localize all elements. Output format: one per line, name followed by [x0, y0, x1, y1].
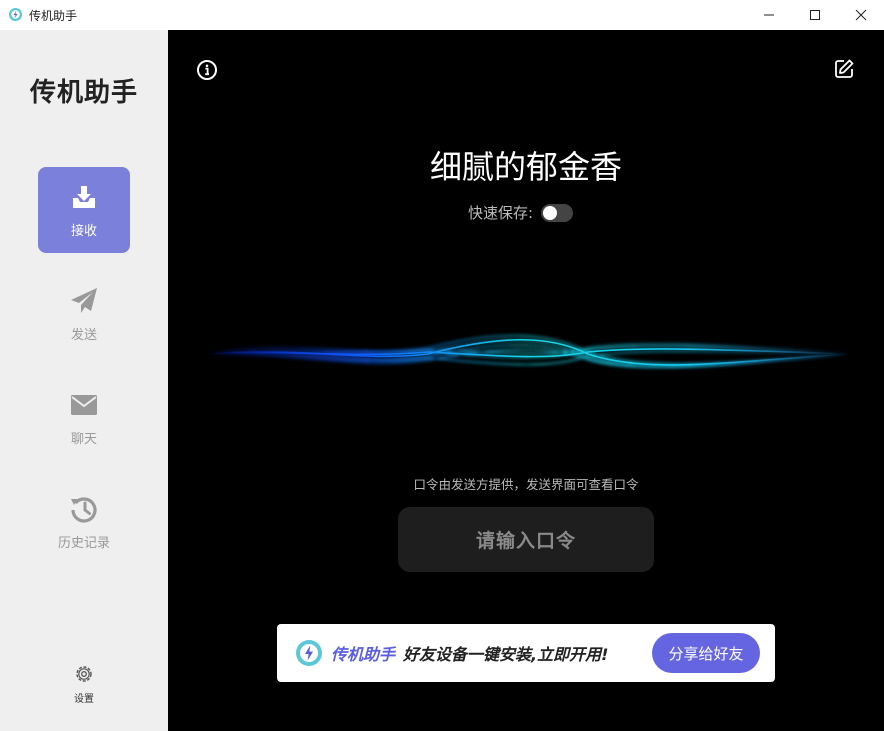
app-logo-icon [296, 640, 322, 666]
share-to-friends-button[interactable]: 分享给好友 [652, 633, 760, 673]
paper-plane-icon [71, 287, 97, 313]
info-icon[interactable] [196, 59, 218, 81]
download-tray-icon [73, 185, 95, 208]
maximize-icon [810, 10, 820, 20]
app-logo-icon [8, 7, 23, 22]
toggle-knob [543, 205, 558, 220]
sidebar-item-label: 历史记录 [57, 535, 110, 551]
receive-panel: 细腻的郁金香 快速保存: 口令由发送方提供，发送界面可查看口令 请输入口令 传机… [168, 30, 884, 731]
sidebar-item-receive[interactable]: 接收 [38, 167, 130, 253]
banner-text: 好友设备一键安装,立即开用! [403, 645, 609, 664]
close-icon [855, 9, 867, 21]
quick-save-label: 快速保存: [468, 204, 534, 222]
sidebar-item-label: 接收 [70, 223, 97, 239]
settings-button[interactable]: 设置 [0, 664, 168, 705]
minimize-button[interactable] [746, 0, 792, 30]
passcode-input-button[interactable]: 请输入口令 [398, 507, 654, 572]
maximize-button[interactable] [792, 0, 838, 30]
share-banner: 传机助手 好友设备一键安装,立即开用! 分享给好友 [277, 624, 775, 682]
sound-wave-graphic [208, 335, 848, 368]
title-bar: 传机助手 [0, 0, 884, 30]
sidebar-item-label: 聊天 [70, 431, 97, 447]
gear-icon [76, 666, 92, 682]
quick-save-toggle[interactable] [541, 203, 574, 222]
sidebar-item-history[interactable]: 历史记录 [38, 479, 130, 565]
edit-icon[interactable] [833, 58, 855, 80]
history-icon [71, 496, 97, 523]
sidebar-item-label: 发送 [70, 327, 97, 343]
passcode-hint: 口令由发送方提供，发送界面可查看口令 [413, 477, 639, 492]
sidebar-item-send[interactable]: 发送 [38, 271, 130, 357]
close-button[interactable] [838, 0, 884, 30]
device-name: 细腻的郁金香 [429, 148, 622, 186]
window-title: 传机助手 [29, 9, 78, 23]
quick-save-row: 快速保存: [468, 202, 574, 223]
banner-brand: 传机助手 [331, 645, 396, 664]
minimize-icon [764, 14, 774, 16]
settings-label: 设置 [74, 694, 94, 705]
envelope-icon [71, 394, 97, 415]
brand-title: 传机助手 [29, 78, 138, 108]
sidebar-item-chat[interactable]: 聊天 [38, 375, 130, 461]
sidebar: 传机助手 接收 发送 聊天 历史记录 设置 [0, 30, 168, 731]
